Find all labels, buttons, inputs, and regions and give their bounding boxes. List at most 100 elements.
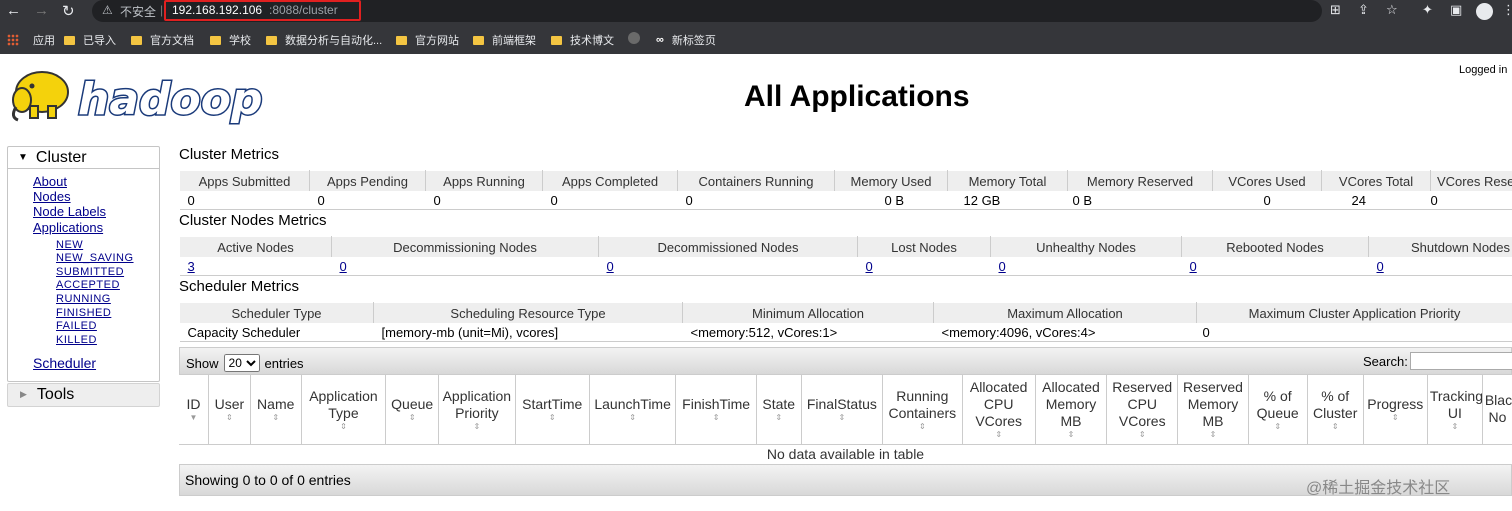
column-header-finalstatus[interactable]: FinalStatus ⇕: [801, 375, 884, 445]
sidebar-state-finished[interactable]: FINISHED: [56, 307, 111, 319]
reload-icon[interactable]: ↻: [62, 2, 75, 20]
sidebar-state-killed[interactable]: KILLED: [56, 334, 97, 346]
column-header-id[interactable]: ID ▼: [179, 375, 210, 445]
search-input[interactable]: [1410, 352, 1512, 370]
table-cell: 0: [677, 191, 835, 210]
sidebar-link-scheduler[interactable]: Scheduler: [33, 355, 96, 371]
decommissioned-nodes-link[interactable]: 0: [607, 259, 614, 274]
column-header: Memory Used: [834, 170, 948, 192]
column-header: VCores Total: [1321, 170, 1431, 192]
sort-icon: ⇕: [340, 421, 347, 431]
column-header: Apps Completed: [542, 170, 678, 192]
svg-text:hadoop: hadoop: [78, 74, 262, 125]
sidebar-tools-header[interactable]: ▶ Tools: [7, 383, 160, 407]
column-header: Apps Submitted: [179, 170, 310, 192]
column-header-pct-of-queue[interactable]: % of Queue ⇕: [1248, 375, 1308, 445]
page-size-select[interactable]: 20: [223, 354, 260, 372]
triangle-down-icon: ▼: [18, 152, 28, 163]
insecure-label: 不安全: [120, 5, 157, 19]
column-header-name[interactable]: Name ⇕: [250, 375, 302, 445]
column-header-reserved-memory-mb[interactable]: Reserved Memory MB ⇕: [1177, 375, 1249, 445]
sidebar-cluster-header[interactable]: ▼ Cluster: [8, 147, 159, 169]
column-header-finishtime[interactable]: FinishTime ⇕: [675, 375, 757, 445]
bookmark-new-tab[interactable]: ∞ 新标签页: [656, 32, 716, 48]
folder-icon: [210, 35, 221, 45]
table-cell: 12 GB: [947, 191, 1068, 210]
column-header-state[interactable]: State ⇕: [756, 375, 802, 445]
globe-icon: [628, 32, 640, 44]
column-header-progress[interactable]: Progress ⇕: [1363, 375, 1428, 445]
column-header-reserved-cpu-vcores[interactable]: Reserved CPU VCores ⇕: [1106, 375, 1179, 445]
sidebar-state-accepted[interactable]: ACCEPTED: [56, 279, 120, 291]
sidepanel-icon[interactable]: ▣: [1450, 2, 1462, 18]
sidebar-link-about[interactable]: About: [33, 174, 67, 189]
column-header-tracking-ui[interactable]: Tracking UI ⇕: [1427, 375, 1483, 445]
table-cell: 24: [1321, 191, 1431, 210]
column-header-queue[interactable]: Queue ⇕: [385, 375, 440, 445]
column-header-application-priority[interactable]: Application Priority ⇕: [438, 375, 516, 445]
column-header-starttime[interactable]: StartTime ⇕: [515, 375, 590, 445]
column-header-launchtime[interactable]: LaunchTime ⇕: [589, 375, 677, 445]
column-header: Maximum Allocation: [933, 302, 1197, 324]
sidebar-cluster-panel: ▼ Cluster About Nodes Node Labels Applica…: [7, 146, 160, 382]
column-header-application-type[interactable]: Application Type ⇕: [301, 375, 387, 445]
table-row: 3 0 0 0 0 0 0: [179, 257, 1512, 276]
bookmark-apps[interactable]: 应用: [7, 32, 55, 48]
bookmark-imported[interactable]: 已导入: [64, 32, 116, 48]
lost-nodes-link[interactable]: 0: [866, 259, 873, 274]
folder-icon: [473, 35, 484, 45]
table-header-row: Apps Submitted Apps Pending Apps Running…: [179, 170, 1512, 192]
rebooted-nodes-link[interactable]: 0: [1190, 259, 1197, 274]
warning-icon[interactable]: ⚠: [102, 3, 113, 17]
show-label: Show: [186, 355, 219, 371]
translate-icon[interactable]: ⊞: [1330, 2, 1341, 18]
sidebar-state-failed[interactable]: FAILED: [56, 320, 97, 332]
extensions-icon[interactable]: ✦: [1422, 2, 1433, 18]
column-header-blacklisted-nodes[interactable]: Blac No: [1482, 375, 1512, 445]
bookmark-official-site[interactable]: 官方网站: [396, 32, 459, 48]
bookmark-data-analysis[interactable]: 数据分析与自动化...: [266, 32, 382, 48]
share-icon[interactable]: ⇪: [1358, 2, 1369, 18]
sort-icon: ⇕: [226, 413, 233, 423]
column-header: Shutdown Nodes: [1368, 236, 1512, 258]
sidebar-state-new-saving[interactable]: NEW_SAVING: [56, 252, 134, 264]
sidebar-link-applications[interactable]: Applications: [33, 220, 103, 235]
hadoop-logo[interactable]: hadoop: [8, 62, 273, 126]
sidebar-link-node-labels[interactable]: Node Labels: [33, 204, 106, 219]
sidebar-state-submitted[interactable]: SUBMITTED: [56, 266, 124, 278]
table-cell: <memory:4096, vCores:4>: [933, 323, 1197, 342]
shutdown-nodes-link[interactable]: 0: [1377, 259, 1384, 274]
column-header-pct-of-cluster[interactable]: % of Cluster ⇕: [1307, 375, 1364, 445]
column-header-user[interactable]: User ⇕: [208, 375, 251, 445]
column-header-allocated-memory-mb[interactable]: Allocated Memory MB ⇕: [1035, 375, 1108, 445]
table-row: No data available in table: [179, 444, 1512, 465]
star-icon[interactable]: ☆: [1386, 2, 1398, 18]
back-icon[interactable]: ←: [6, 2, 21, 19]
decommissioning-nodes-link[interactable]: 0: [340, 259, 347, 274]
cluster-metrics-title: Cluster Metrics: [179, 146, 280, 163]
column-header-allocated-cpu-vcores[interactable]: Allocated CPU VCores ⇕: [962, 375, 1036, 445]
sort-icon: ⇕: [629, 413, 636, 423]
bookmark-official-docs[interactable]: 官方文档: [131, 32, 194, 48]
forward-icon[interactable]: →: [34, 2, 49, 19]
page-size-control: Show 20 entries: [186, 354, 304, 372]
bookmark-frontend[interactable]: 前端框架: [473, 32, 536, 48]
menu-icon[interactable]: ⋮: [1502, 2, 1512, 18]
bookmark-school[interactable]: 学校: [210, 32, 251, 48]
column-header-running-containers[interactable]: Running Containers ⇕: [882, 375, 963, 445]
cluster-nodes-metrics-title: Cluster Nodes Metrics: [179, 212, 327, 229]
active-nodes-link[interactable]: 3: [188, 259, 195, 274]
watermark: @稀土掘金技术社区: [1306, 480, 1451, 497]
unhealthy-nodes-link[interactable]: 0: [999, 259, 1006, 274]
folder-icon: [64, 35, 75, 45]
sidebar-state-new[interactable]: NEW: [56, 239, 83, 251]
sort-icon: ⇕: [548, 413, 556, 423]
sort-icon: ⇕: [775, 413, 783, 423]
bookmark-globe[interactable]: [628, 32, 640, 44]
bookmark-tech-blog[interactable]: 技术博文: [551, 32, 614, 48]
sidebar-link-nodes[interactable]: Nodes: [33, 189, 71, 204]
sidebar-state-running[interactable]: RUNNING: [56, 293, 111, 305]
table-cell: 0: [425, 191, 543, 210]
profile-icon[interactable]: [1476, 3, 1493, 20]
sort-icon: ⇕: [995, 430, 1003, 440]
